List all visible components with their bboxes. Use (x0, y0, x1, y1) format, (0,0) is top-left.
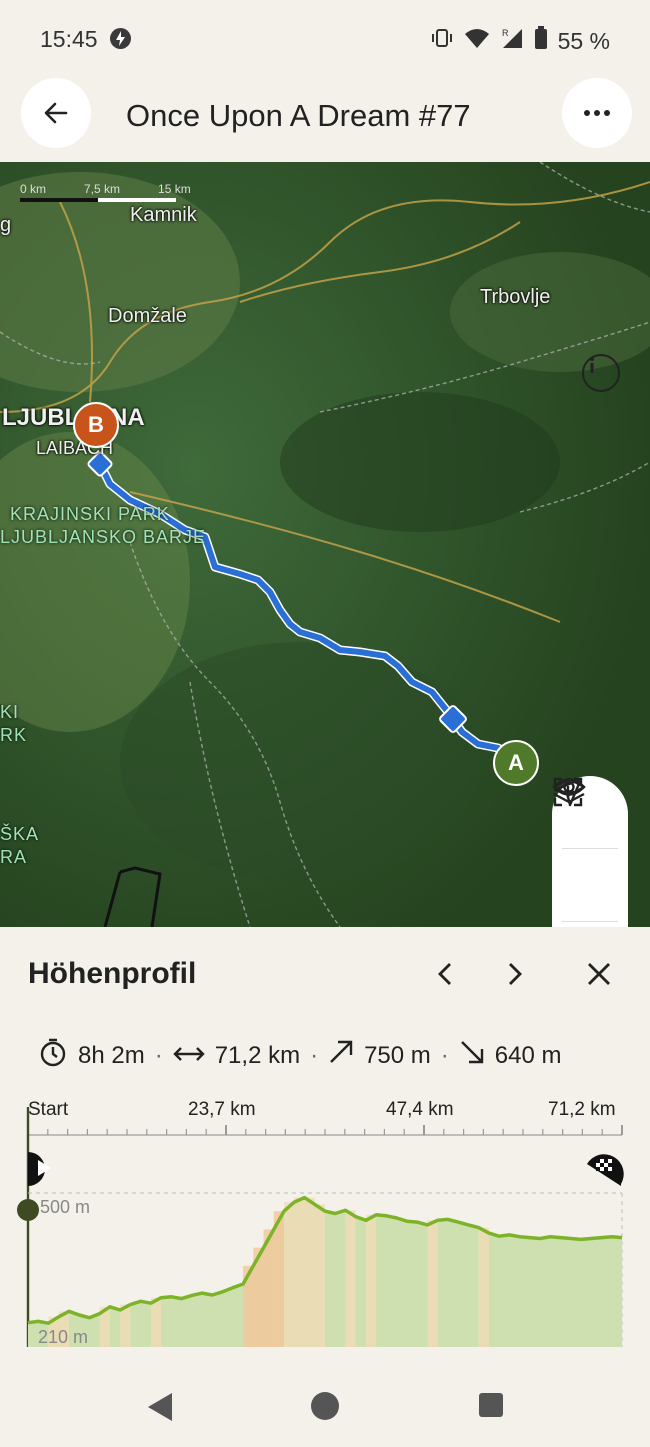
park-label: LJUBLJANSKO BARJE (0, 527, 207, 547)
status-time: 15:45 (40, 26, 98, 52)
previous-button[interactable] (436, 959, 454, 996)
more-options-button[interactable] (562, 78, 632, 148)
close-button[interactable] (585, 959, 613, 996)
map-controls (552, 776, 628, 927)
scale-label: 0 km (20, 182, 47, 196)
info-icon (590, 357, 594, 373)
next-button[interactable] (506, 959, 524, 996)
park-label-fragment: KI (0, 702, 20, 722)
y-axis-max: 500 m (40, 1197, 90, 1217)
map-info-button[interactable] (582, 354, 620, 392)
battery-percent: 55 % (557, 27, 610, 54)
route-stats: 8h 2m · 71,2 km · 750 m · 640 m (38, 1037, 618, 1074)
page-title: Once Upon A Dream #77 (126, 98, 471, 133)
place-label-fragment: g (0, 214, 12, 236)
elevation-gradient-segment (304, 1197, 315, 1347)
arrow-left-icon (44, 102, 68, 124)
elevation-chart[interactable]: 500 m 210 m (0, 1107, 650, 1367)
fit-route-button[interactable] (553, 777, 618, 922)
svg-text:R: R (502, 28, 509, 38)
timer-icon (38, 1037, 68, 1074)
top-app-bar: Once Upon A Dream #77 (0, 76, 650, 162)
elevation-gradient-segment (273, 1211, 285, 1347)
route-start-marker[interactable]: A (493, 740, 539, 786)
distance-icon (173, 1040, 205, 1071)
park-label-fragment: RA (0, 847, 28, 867)
place-label: Domžale (108, 305, 187, 327)
elevation-gradient-segment (284, 1202, 295, 1347)
park-label-fragment: RK (0, 725, 28, 745)
status-bar: 15:45 R 55 % (0, 0, 650, 76)
place-label: Trbovlje (480, 286, 551, 308)
back-triangle-icon (148, 1393, 172, 1421)
descent-icon (459, 1039, 485, 1072)
distance-value: 71,2 km (214, 1041, 301, 1069)
elevation-panel: Höhenprofil 8h 2m · 71,2 km · 750 m · 64… (0, 927, 650, 1367)
start-flag-icon (28, 1152, 51, 1186)
elevation-gradient-segment (365, 1214, 377, 1347)
home-nav-button[interactable] (310, 1391, 340, 1426)
back-button[interactable] (21, 78, 91, 148)
more-horizontal-icon (584, 110, 610, 116)
elevation-gradient-segment (294, 1197, 305, 1347)
y-axis-min: 210 m (38, 1327, 88, 1347)
close-icon (588, 963, 610, 985)
scale-label: 7,5 km (84, 182, 121, 196)
route-end-marker[interactable]: B (73, 402, 119, 448)
scale-label: 15 km (158, 182, 191, 196)
elevation-gradient-segment (478, 1227, 489, 1347)
back-nav-button[interactable] (146, 1391, 174, 1428)
ascent-value: 750 m (364, 1041, 431, 1069)
battery-icon (534, 26, 548, 56)
elevation-gradient-segment (314, 1204, 325, 1347)
place-label: Kamnik (130, 204, 197, 226)
elevation-gradient-segment (427, 1220, 438, 1347)
recents-nav-button[interactable] (478, 1392, 504, 1423)
elevation-gradient-segment (345, 1210, 356, 1347)
panel-title: Höhenprofil (28, 957, 197, 990)
ascent-icon (328, 1039, 354, 1072)
chevron-left-icon (438, 963, 451, 985)
finish-flag-icon (587, 1154, 624, 1186)
map-view[interactable]: 0 km 7,5 km 15 km Kamnik Domžale Trbovlj… (0, 162, 650, 927)
chevron-right-icon (509, 963, 522, 985)
elevation-gradient-segment (150, 1297, 162, 1347)
park-label-fragment: ŠKA (0, 824, 40, 844)
navigate-icon (553, 777, 583, 807)
home-circle-icon (311, 1392, 339, 1420)
descent-value: 640 m (494, 1041, 562, 1069)
vibrate-icon (430, 27, 454, 55)
park-label: KRAJINSKI PARK (10, 504, 170, 524)
map-scale-bar: 0 km 7,5 km 15 km (20, 182, 191, 202)
duration-value: 8h 2m (78, 1041, 145, 1069)
cellular-icon: R (500, 27, 524, 55)
system-navigation-bar (0, 1367, 650, 1447)
charging-icon (110, 28, 131, 49)
status-right: R 55 % (430, 26, 610, 56)
wifi-icon (464, 27, 490, 55)
recents-square-icon (479, 1393, 503, 1417)
